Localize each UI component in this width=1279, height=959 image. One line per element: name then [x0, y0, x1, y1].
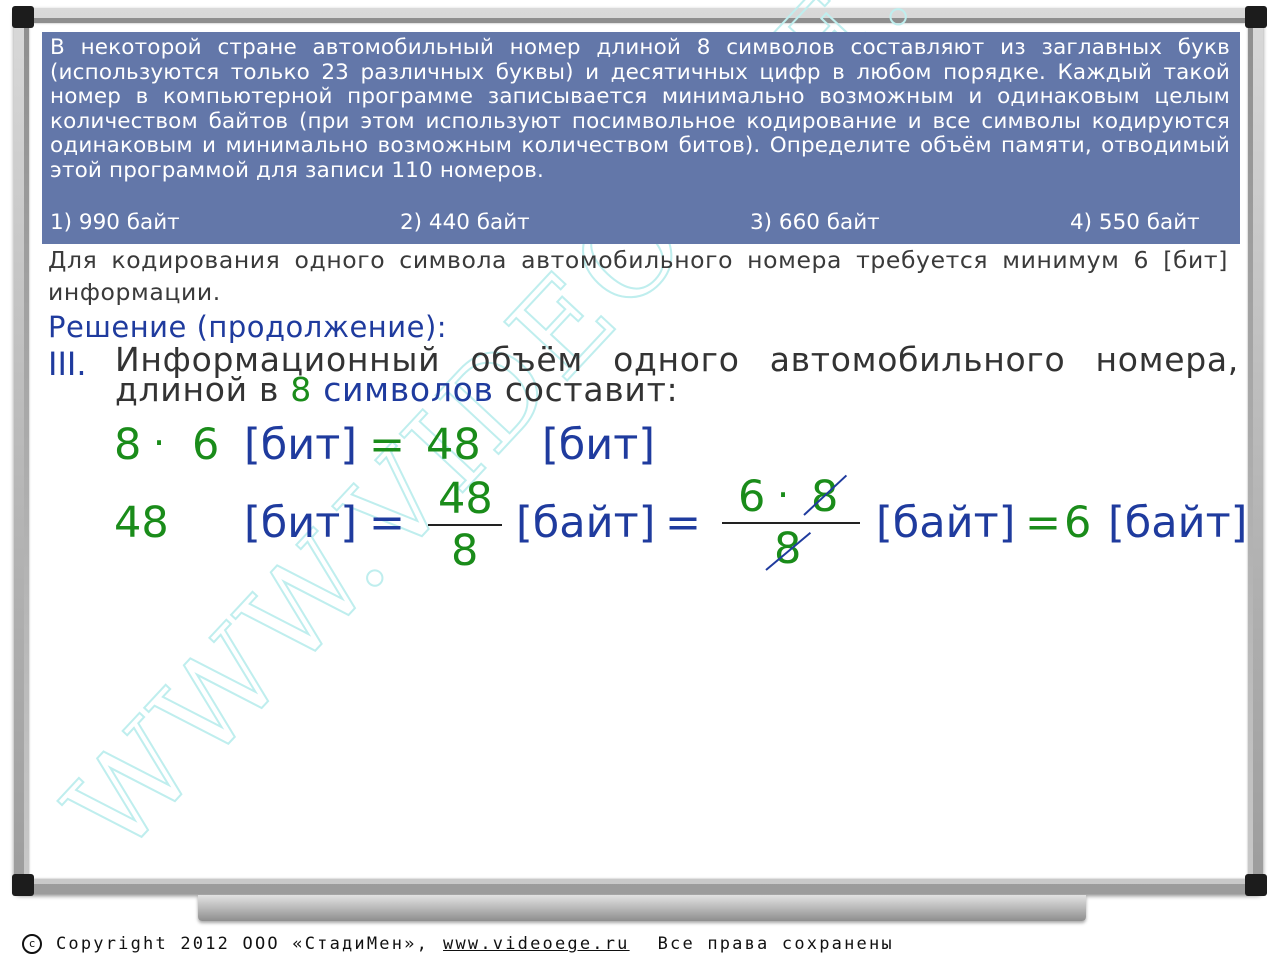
marker-tray	[198, 895, 1086, 921]
copyright-icon: c	[22, 934, 42, 954]
symbols-word: символов	[312, 370, 494, 409]
copyright-text: Copyright 2012 ООО «СтадиМен»,	[56, 934, 430, 954]
step-word: номера,	[1095, 340, 1239, 379]
frame-corner-top-right	[1245, 6, 1267, 28]
eq1-factor-b: 6	[192, 420, 220, 470]
eq2-unit-3: [байт]	[876, 498, 1016, 548]
answer-option-3: 3) 660 байт	[750, 210, 880, 235]
eq2-unit-2: [байт]	[516, 498, 656, 548]
eq2-equals-1: =	[369, 498, 406, 548]
eq1-factor-a: 8	[114, 420, 142, 470]
eq2-frac-numerator: 48	[438, 474, 493, 524]
eq1-equals: =	[369, 420, 406, 470]
task-text: В некоторой стране автомобильный номер д…	[50, 35, 1230, 183]
eq1-result-unit: [бит]	[542, 420, 656, 470]
step-text-line-2: длиной в 8 символов составит:	[115, 373, 1239, 406]
eq2-value: 48	[114, 498, 169, 548]
eq2-frac-denominator: 8	[451, 526, 479, 576]
answer-options: 1) 990 байт 2) 440 байт 3) 660 байт 4) 5…	[50, 210, 1230, 236]
frame-corner-bottom-left	[12, 874, 34, 896]
answer-option-1: 1) 990 байт	[50, 210, 180, 235]
frame-corner-top-left	[12, 6, 34, 28]
hint-text: Для кодирования одного символа автомобил…	[48, 246, 1228, 306]
task-box: В некоторой стране автомобильный номер д…	[42, 32, 1240, 244]
footer: c Copyright 2012 ООО «СтадиМен», www.video…	[22, 934, 1022, 954]
eq2-equals-2: =	[665, 498, 702, 548]
eq2-result-unit: [байт]	[1108, 498, 1248, 548]
solution-title: Решение (продолжение):	[48, 310, 448, 344]
eq2-frac2-numerator-a: 6	[738, 472, 766, 522]
eq1-unit: [бит]	[244, 420, 358, 470]
step-word: автомобильного	[769, 340, 1066, 379]
step-line2-suffix: составит:	[493, 370, 679, 409]
step-line2-prefix: длиной в	[115, 370, 291, 409]
frame-corner-bottom-right	[1245, 874, 1267, 896]
site-link[interactable]: www.videoege.ru	[443, 934, 630, 954]
step-text: Информационный объём одного автомобильно…	[115, 340, 1239, 406]
eq2-unit: [бит]	[244, 498, 358, 548]
eq1-result: 48	[426, 420, 481, 470]
answer-option-4: 4) 550 байт	[1070, 210, 1200, 235]
rights-text: Все права сохранены	[657, 934, 894, 954]
eq2-equals-3: =	[1025, 498, 1062, 548]
answer-option-2: 2) 440 байт	[400, 210, 530, 235]
eq2-frac2-dot: ·	[777, 473, 790, 517]
symbol-count: 8	[290, 370, 312, 409]
eq2-result: 6	[1064, 498, 1092, 548]
step-number: III.	[48, 345, 87, 383]
eq1-dot: ·	[153, 421, 166, 465]
